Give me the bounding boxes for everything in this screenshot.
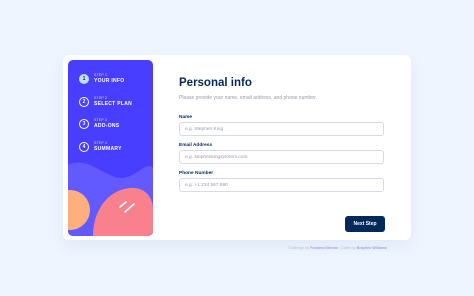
- name-input[interactable]: [179, 122, 384, 136]
- frontend-mentor-link[interactable]: Frontend Mentor: [310, 246, 339, 250]
- page-subtitle: Please provide your name, email address,…: [179, 95, 317, 101]
- step-number-badge: 3: [79, 119, 89, 129]
- attribution-separator: . Coded by: [338, 246, 356, 250]
- step-number-badge: 2: [79, 97, 89, 107]
- email-label: Email Address: [179, 143, 213, 148]
- phone-input[interactable]: [179, 178, 384, 192]
- page-title: Personal info: [179, 77, 252, 89]
- personal-info-form: Personal info Please provide your name, …: [179, 55, 389, 240]
- form-card: 1 STEP 1 YOUR INFO 2 STEP 2 SELECT PLAN …: [63, 55, 411, 240]
- next-step-button[interactable]: Next Step: [345, 216, 385, 232]
- step-title: SELECT PLAN: [94, 101, 133, 107]
- email-input[interactable]: [179, 150, 384, 164]
- author-link[interactable]: Brayden Williams: [357, 246, 387, 250]
- attribution-prefix: Challenge by: [288, 246, 309, 250]
- step-title: YOUR INFO: [94, 78, 125, 84]
- name-label: Name: [179, 115, 193, 120]
- step-number-badge: 1: [79, 74, 89, 84]
- step-number-badge: 4: [79, 142, 89, 152]
- step-title: ADD-ONS: [94, 123, 120, 129]
- phone-label: Phone Number: [179, 171, 214, 176]
- steps-sidebar: 1 STEP 1 YOUR INFO 2 STEP 2 SELECT PLAN …: [68, 60, 153, 236]
- step-title: SUMMARY: [94, 146, 122, 152]
- attribution: Challenge by Frontend Mentor. Coded by B…: [288, 246, 387, 250]
